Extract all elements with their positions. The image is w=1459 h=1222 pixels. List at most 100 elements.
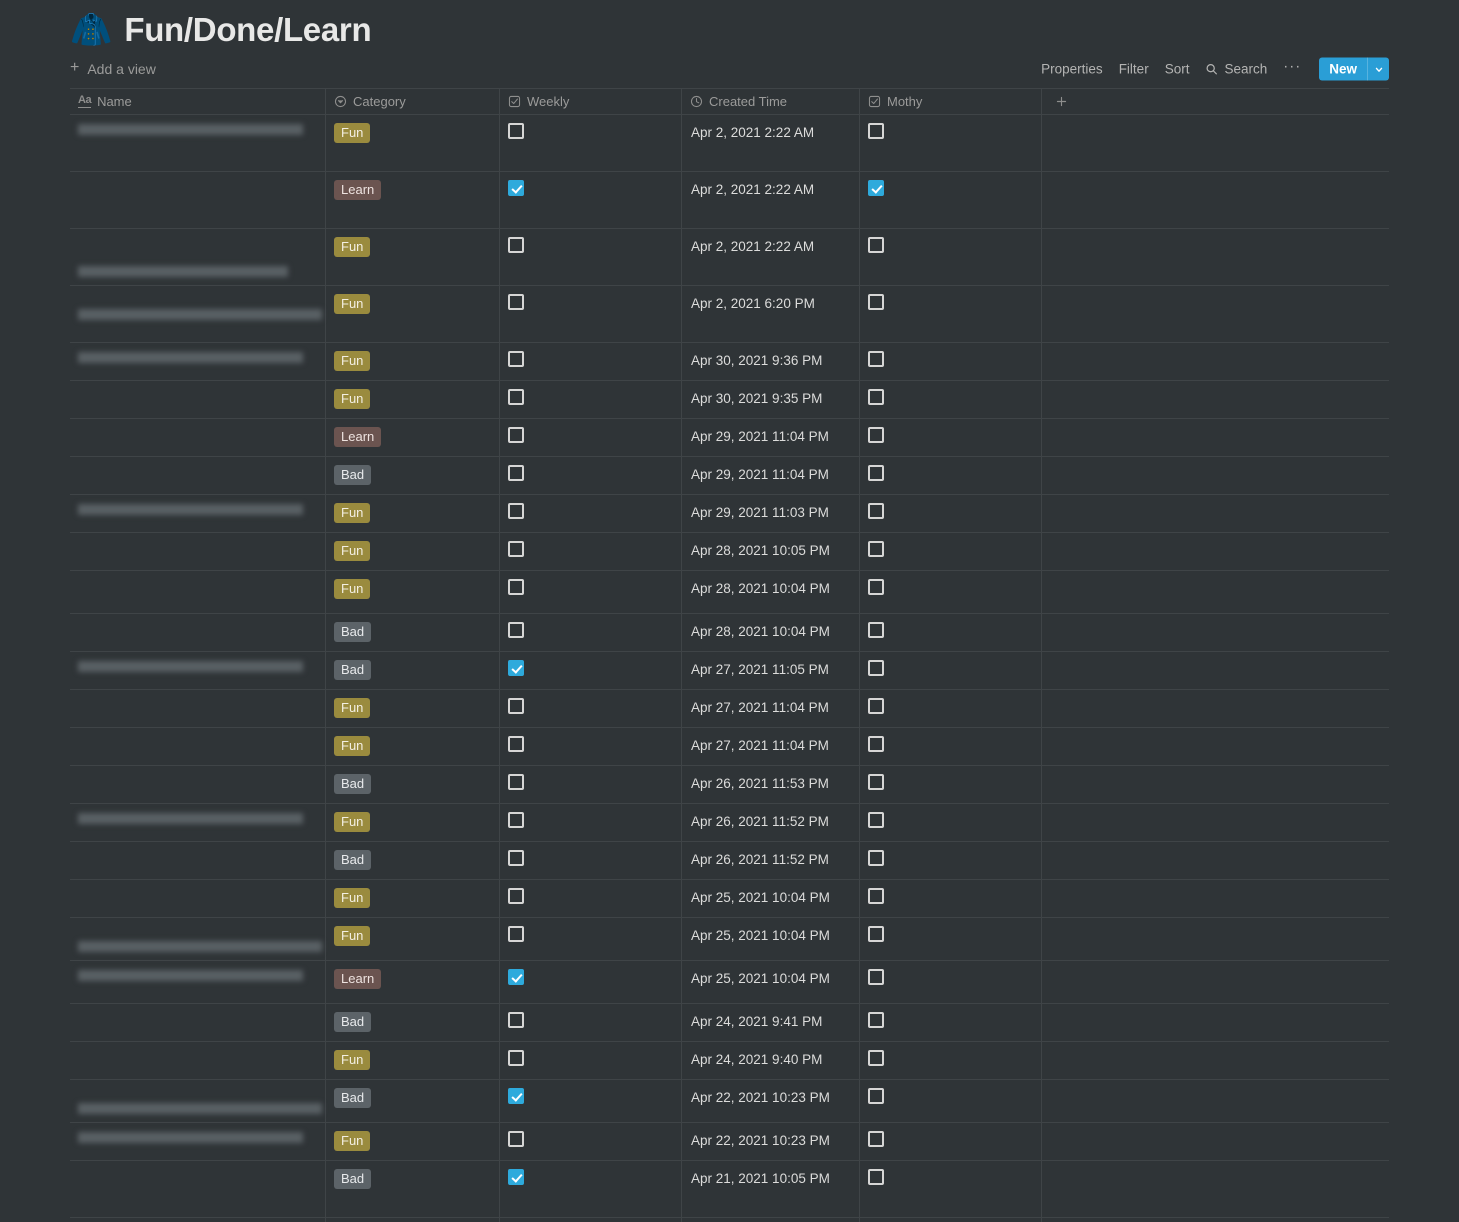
table-row[interactable]: Learn Apr 25, 2021 10:04 PM xyxy=(70,961,1389,1004)
cell-name[interactable] xyxy=(70,419,326,456)
cell-mothy[interactable] xyxy=(860,229,1042,285)
checkbox-unchecked-icon[interactable] xyxy=(508,237,524,253)
table-row[interactable]: Bad Apr 26, 2021 11:52 PM xyxy=(70,842,1389,880)
cell-created-time[interactable]: Apr 2, 2021 2:22 AM xyxy=(682,229,860,285)
checkbox-unchecked-icon[interactable] xyxy=(508,579,524,595)
cell-category[interactable]: Fun xyxy=(326,533,500,570)
cell-name[interactable] xyxy=(70,172,326,228)
table-row[interactable]: Fun Apr 30, 2021 9:35 PM xyxy=(70,381,1389,419)
table-row[interactable]: Bad Apr 27, 2021 11:05 PM xyxy=(70,652,1389,690)
cell-created-time[interactable]: Apr 29, 2021 11:03 PM xyxy=(682,495,860,532)
cell-weekly[interactable] xyxy=(500,1123,682,1160)
cell-category[interactable]: Fun xyxy=(326,918,500,960)
table-row[interactable]: Fun Apr 24, 2021 9:40 PM xyxy=(70,1042,1389,1080)
cell-mothy[interactable] xyxy=(860,533,1042,570)
cell-category[interactable]: Learn xyxy=(326,172,500,228)
page-icon-emoji[interactable]: 🧥 xyxy=(70,13,112,47)
cell-category[interactable]: Fun xyxy=(326,690,500,727)
column-header-name[interactable]: Aa Name xyxy=(70,89,326,114)
cell-created-time[interactable]: Apr 29, 2021 11:04 PM xyxy=(682,419,860,456)
cell-category[interactable]: Learn xyxy=(326,961,500,1003)
cell-created-time[interactable]: Apr 25, 2021 10:04 PM xyxy=(682,918,860,960)
cell-created-time[interactable]: Apr 27, 2021 11:04 PM xyxy=(682,728,860,765)
cell-category[interactable]: Bad xyxy=(326,652,500,689)
checkbox-unchecked-icon[interactable] xyxy=(868,1088,884,1104)
checkbox-unchecked-icon[interactable] xyxy=(868,503,884,519)
checkbox-unchecked-icon[interactable] xyxy=(868,926,884,942)
cell-weekly[interactable] xyxy=(500,1080,682,1122)
cell-weekly[interactable] xyxy=(500,804,682,841)
table-row[interactable]: Fun Apr 21, 2021 10:05 PM xyxy=(70,1218,1389,1222)
chevron-down-icon[interactable] xyxy=(1367,57,1389,81)
cell-name[interactable] xyxy=(70,842,326,879)
checkbox-unchecked-icon[interactable] xyxy=(868,1131,884,1147)
checkbox-unchecked-icon[interactable] xyxy=(508,351,524,367)
cell-weekly[interactable] xyxy=(500,842,682,879)
checkbox-unchecked-icon[interactable] xyxy=(868,1050,884,1066)
cell-name[interactable] xyxy=(70,1161,326,1217)
checkbox-unchecked-icon[interactable] xyxy=(508,389,524,405)
table-row[interactable]: Fun Apr 2, 2021 2:22 AM xyxy=(70,115,1389,172)
cell-mothy[interactable] xyxy=(860,1004,1042,1041)
cell-weekly[interactable] xyxy=(500,766,682,803)
table-row[interactable]: Bad Apr 29, 2021 11:04 PM xyxy=(70,457,1389,495)
checkbox-unchecked-icon[interactable] xyxy=(508,123,524,139)
checkbox-checked-icon[interactable] xyxy=(508,969,524,985)
cell-mothy[interactable] xyxy=(860,381,1042,418)
checkbox-unchecked-icon[interactable] xyxy=(508,736,524,752)
checkbox-checked-icon[interactable] xyxy=(508,660,524,676)
table-row[interactable]: Fun Apr 26, 2021 11:52 PM xyxy=(70,804,1389,842)
cell-weekly[interactable] xyxy=(500,961,682,1003)
table-row[interactable]: Fun Apr 29, 2021 11:03 PM xyxy=(70,495,1389,533)
column-header-mothy[interactable]: Mothy xyxy=(860,89,1042,114)
checkbox-unchecked-icon[interactable] xyxy=(508,622,524,638)
cell-name[interactable] xyxy=(70,115,326,171)
cell-mothy[interactable] xyxy=(860,286,1042,342)
cell-mothy[interactable] xyxy=(860,690,1042,727)
table-row[interactable]: Fun Apr 25, 2021 10:04 PM xyxy=(70,880,1389,918)
cell-created-time[interactable]: Apr 26, 2021 11:52 PM xyxy=(682,804,860,841)
column-header-category[interactable]: Category xyxy=(326,89,500,114)
cell-created-time[interactable]: Apr 26, 2021 11:52 PM xyxy=(682,842,860,879)
cell-weekly[interactable] xyxy=(500,229,682,285)
column-header-created-time[interactable]: Created Time xyxy=(682,89,860,114)
cell-created-time[interactable]: Apr 22, 2021 10:23 PM xyxy=(682,1080,860,1122)
cell-weekly[interactable] xyxy=(500,918,682,960)
cell-name[interactable] xyxy=(70,880,326,917)
cell-weekly[interactable] xyxy=(500,457,682,494)
checkbox-unchecked-icon[interactable] xyxy=(508,503,524,519)
cell-created-time[interactable]: Apr 28, 2021 10:04 PM xyxy=(682,614,860,651)
cell-name[interactable] xyxy=(70,690,326,727)
cell-created-time[interactable]: Apr 27, 2021 11:04 PM xyxy=(682,690,860,727)
cell-weekly[interactable] xyxy=(500,495,682,532)
cell-category[interactable]: Fun xyxy=(326,804,500,841)
cell-mothy[interactable] xyxy=(860,457,1042,494)
checkbox-unchecked-icon[interactable] xyxy=(868,389,884,405)
cell-weekly[interactable] xyxy=(500,1004,682,1041)
cell-category[interactable]: Fun xyxy=(326,1123,500,1160)
checkbox-unchecked-icon[interactable] xyxy=(868,969,884,985)
search-button[interactable]: Search xyxy=(1205,62,1267,77)
checkbox-unchecked-icon[interactable] xyxy=(868,123,884,139)
table-row[interactable]: Fun Apr 30, 2021 9:36 PM xyxy=(70,343,1389,381)
cell-name[interactable] xyxy=(70,495,326,532)
cell-created-time[interactable]: Apr 2, 2021 2:22 AM xyxy=(682,115,860,171)
checkbox-unchecked-icon[interactable] xyxy=(868,698,884,714)
checkbox-unchecked-icon[interactable] xyxy=(868,541,884,557)
cell-weekly[interactable] xyxy=(500,652,682,689)
add-view-button[interactable]: + Add a view xyxy=(70,60,156,78)
table-row[interactable]: Fun Apr 27, 2021 11:04 PM xyxy=(70,728,1389,766)
add-column-button[interactable] xyxy=(1042,89,1359,114)
table-row[interactable]: Fun Apr 25, 2021 10:04 PM xyxy=(70,918,1389,961)
filter-button[interactable]: Filter xyxy=(1119,62,1149,77)
cell-weekly[interactable] xyxy=(500,614,682,651)
checkbox-unchecked-icon[interactable] xyxy=(868,427,884,443)
cell-category[interactable]: Bad xyxy=(326,614,500,651)
cell-name[interactable] xyxy=(70,229,326,285)
cell-category[interactable]: Fun xyxy=(326,229,500,285)
table-row[interactable]: Bad Apr 22, 2021 10:23 PM xyxy=(70,1080,1389,1123)
checkbox-unchecked-icon[interactable] xyxy=(868,736,884,752)
cell-category[interactable]: Bad xyxy=(326,842,500,879)
column-header-weekly[interactable]: Weekly xyxy=(500,89,682,114)
cell-created-time[interactable]: Apr 22, 2021 10:23 PM xyxy=(682,1123,860,1160)
